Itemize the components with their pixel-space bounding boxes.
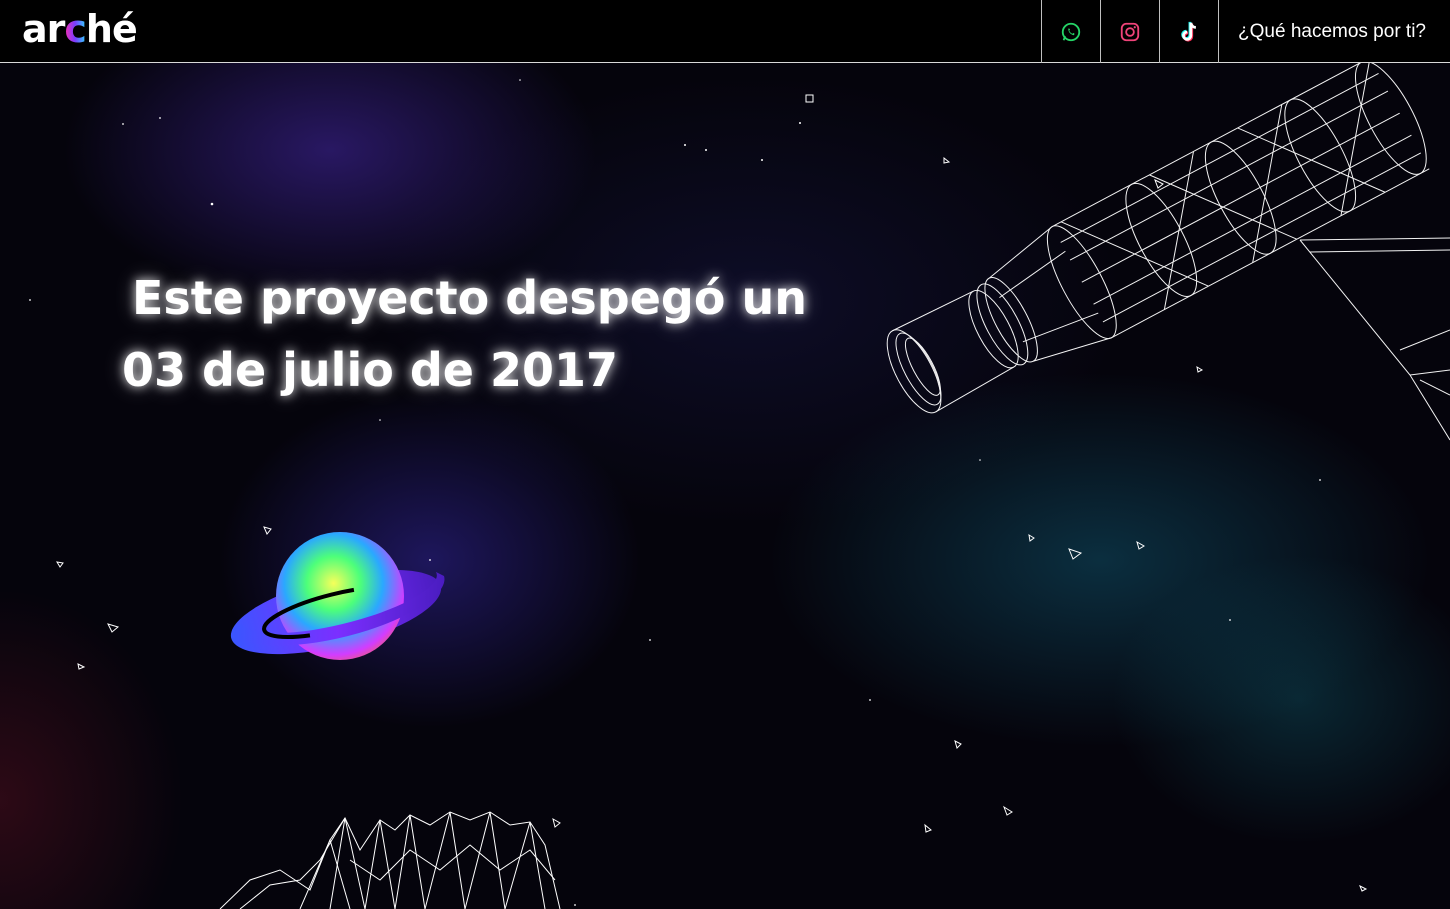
logo-text-end: hé [85, 7, 138, 51]
debris-field [56, 94, 1368, 892]
instagram-icon [1120, 22, 1140, 41]
header-nav: ¿Qué hacemos por ti? [1041, 0, 1450, 63]
hero-headline-line-1: Este proyecto despegó un [132, 271, 807, 325]
rocket-illustration [886, 57, 1450, 441]
whatsapp-icon [1061, 22, 1081, 41]
logo-text-accent: c [64, 7, 87, 51]
stars [29, 9, 1321, 906]
tiktok-icon [1181, 21, 1197, 42]
logo-text-start: ar [22, 7, 65, 51]
top-navigation-bar: ar c hé ¿Qué hacemos por ti? [0, 0, 1450, 63]
hero-headline-line-2: 03 de julio de 2017 [122, 343, 619, 397]
hero-page: ar c hé ¿Qué hacemos por ti? Este proyec… [0, 0, 1450, 909]
whatsapp-link[interactable] [1041, 0, 1100, 63]
mountain-illustration [219, 811, 561, 909]
instagram-link[interactable] [1100, 0, 1159, 63]
space-background [29, 9, 1450, 909]
hero-headline: Este proyecto despegó un 03 de julio de … [122, 262, 807, 406]
tiktok-link[interactable] [1159, 0, 1218, 63]
planet-illustration [230, 532, 445, 660]
what-we-do-button[interactable]: ¿Qué hacemos por ti? [1218, 0, 1450, 63]
arche-logo[interactable]: ar c hé [22, 6, 138, 52]
